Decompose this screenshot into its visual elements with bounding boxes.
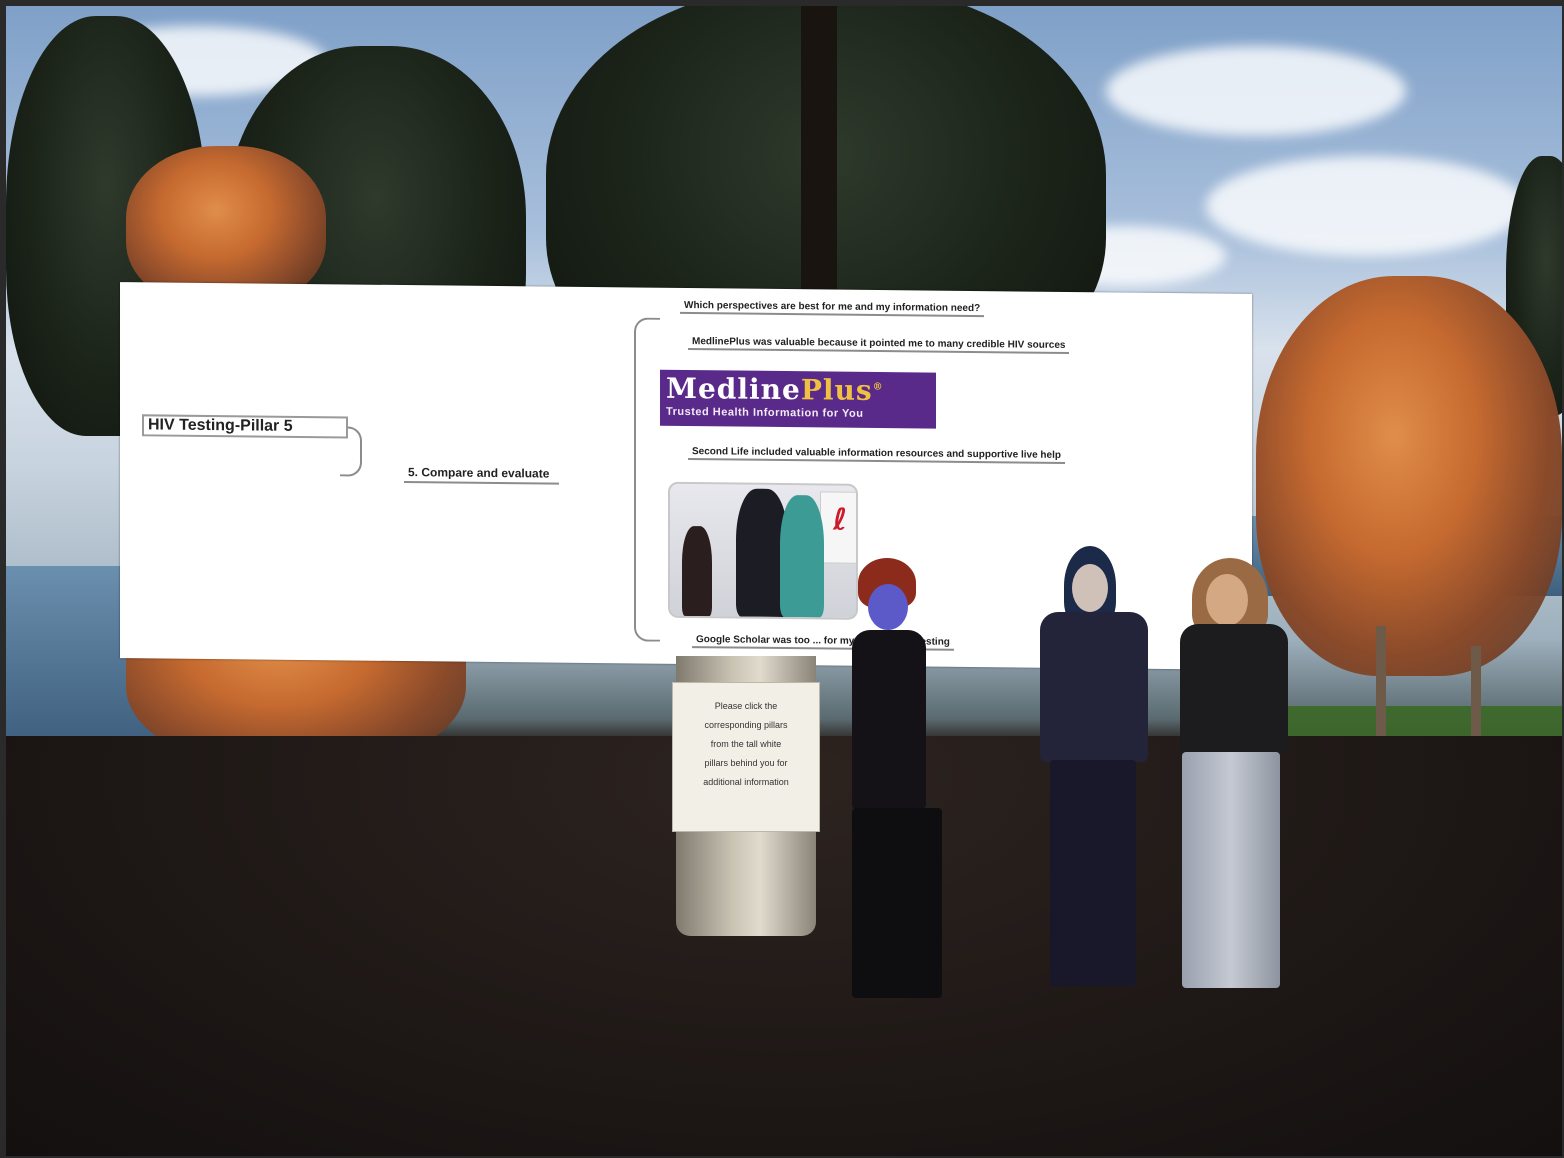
mindmap-branch-node[interactable]: 5. Compare and evaluate [404, 465, 560, 485]
aids-ribbon-sign: ℓ [820, 491, 858, 564]
avatar-body [1180, 624, 1288, 754]
avatar-blue-hair[interactable] [1034, 546, 1154, 996]
mindmap-leaf[interactable]: Which perspectives are best for me and m… [680, 299, 985, 318]
medlineplus-logo[interactable]: MedlinePlus® Trusted Health Information … [660, 369, 936, 429]
avatar-head [1206, 574, 1248, 626]
red-ribbon-icon: ℓ [833, 502, 848, 538]
branch-connector [634, 317, 660, 642]
avatar-brown-hair[interactable] [1166, 558, 1302, 1018]
tree-trunk [1471, 646, 1481, 736]
sign-line: additional information [703, 777, 789, 787]
sign-line: corresponding pillars [704, 720, 788, 730]
avatar-red-hair[interactable] [844, 558, 954, 1018]
sign-line: from the tall white [710, 739, 782, 749]
sign-line: pillars behind you for [704, 758, 788, 768]
avatar-body [852, 630, 926, 810]
cloud [1106, 46, 1406, 136]
avatar-figure [682, 525, 712, 617]
medlineplus-tagline: Trusted Health Information for You [666, 405, 864, 420]
avatar-figure [780, 494, 824, 618]
avatar-legs [1182, 752, 1280, 988]
mindmap-leaf[interactable]: MedlinePlus was valuable because it poin… [688, 336, 1070, 355]
avatar-head [1072, 564, 1108, 612]
second-life-photo[interactable]: ℓ [668, 481, 858, 620]
medlineplus-wordmark: MedlinePlus® [666, 371, 884, 407]
pillar-sign: Please click the corresponding pillars f… [672, 682, 820, 832]
cloud [1206, 156, 1526, 256]
mindmap-root-node[interactable]: HIV Testing-Pillar 5 [142, 414, 348, 439]
avatar-head [868, 584, 908, 630]
virtual-world-scene: HIV Testing-Pillar 5 5. Compare and eval… [6, 6, 1562, 1156]
avatar-legs [1050, 760, 1136, 986]
tree-trunk [801, 6, 837, 306]
sign-line: Please click the [714, 701, 778, 711]
tree-trunk [1376, 626, 1386, 736]
avatar-legs [852, 808, 942, 998]
avatar-body [1040, 612, 1148, 762]
mindmap-leaf[interactable]: Second Life included valuable informatio… [688, 446, 1065, 464]
